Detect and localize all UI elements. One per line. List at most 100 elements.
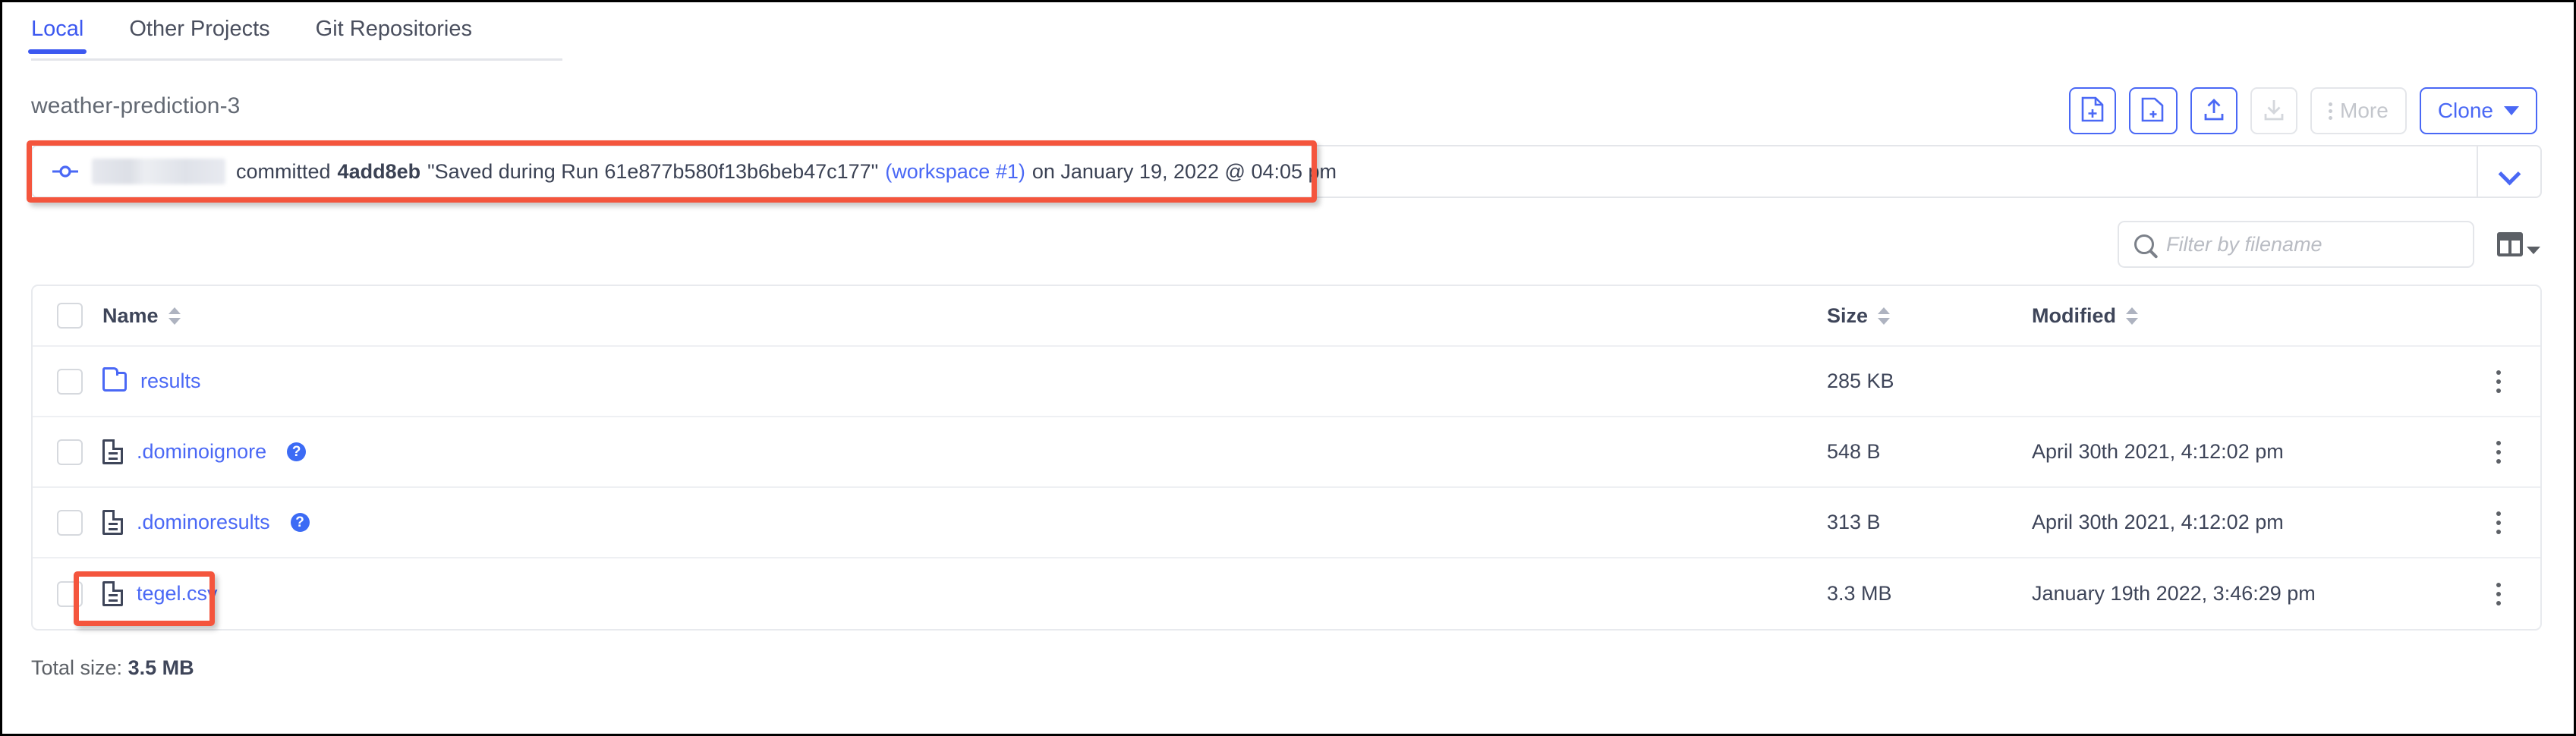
commit-message: "Saved during Run 61e877b580f13b6beb47c1… <box>427 159 879 183</box>
clone-button-label: Clone <box>2437 99 2493 122</box>
row-modified-value: April 30th 2021, 4:12:02 pm <box>2032 511 2284 533</box>
select-all-checkbox[interactable] <box>57 303 83 329</box>
row-modified-cell: April 30th 2021, 4:12:02 pm <box>2032 511 2457 534</box>
commit-summary: committed 4add8eb "Saved during Run 61e8… <box>92 159 1337 184</box>
help-icon[interactable]: ? <box>290 513 310 532</box>
row-name-cell: tegel.csv <box>99 581 1827 606</box>
row-select-cell <box>33 509 99 536</box>
columns-icon <box>2497 232 2523 256</box>
row-actions-menu[interactable] <box>2490 364 2507 399</box>
file-link[interactable]: .dominoignore <box>137 440 266 464</box>
sort-by-name[interactable]: Name <box>102 304 181 328</box>
sort-icon <box>168 307 181 325</box>
header-name-label: Name <box>102 304 159 327</box>
project-title: weather-prediction-3 <box>31 93 241 118</box>
upload-icon <box>2203 97 2225 125</box>
tab-git-repositories[interactable]: Git Repositories <box>316 16 472 54</box>
tab-local-label: Local <box>31 17 84 41</box>
more-button[interactable]: More <box>2310 87 2407 134</box>
more-button-label: More <box>2340 99 2389 122</box>
row-modified-value: January 19th 2022, 3:46:29 pm <box>2032 582 2316 605</box>
row-actions-cell <box>2457 364 2540 399</box>
row-size-value: 3.3 MB <box>1827 582 1892 605</box>
latest-commit-bar: committed 4add8eb "Saved during Run 61e8… <box>31 145 2542 198</box>
select-all-cell <box>33 303 99 329</box>
commit-sha: 4add8eb <box>337 159 421 183</box>
row-size-value: 548 B <box>1827 440 1881 463</box>
row-modified-cell: January 19th 2022, 3:46:29 pm <box>2032 582 2457 605</box>
row-actions-cell <box>2457 577 2540 612</box>
folder-plus-icon <box>2141 96 2165 126</box>
search-field-wrapper[interactable] <box>2118 221 2474 268</box>
file-link[interactable]: tegel.csv <box>137 582 218 605</box>
row-checkbox[interactable] <box>57 580 83 607</box>
row-checkbox[interactable] <box>57 439 83 465</box>
file-link[interactable]: results <box>140 370 201 393</box>
tab-bar-divider <box>31 58 562 61</box>
columns-settings-button[interactable] <box>2497 232 2540 256</box>
row-modified-value: April 30th 2021, 4:12:02 pm <box>2032 440 2284 463</box>
table-row[interactable]: .dominoresults ? 313 B April 30th 2021, … <box>33 488 2540 558</box>
row-checkbox[interactable] <box>57 368 83 395</box>
chevron-down-icon <box>2527 247 2540 254</box>
git-commit-icon <box>52 164 78 179</box>
files-toolbar: More Clone <box>2069 87 2537 134</box>
row-size-value: 313 B <box>1827 511 1881 533</box>
header-cell-size: Size <box>1827 304 2032 328</box>
folder-icon <box>102 366 127 392</box>
commit-expand-button[interactable] <box>2477 146 2540 197</box>
search-input[interactable] <box>2166 232 2458 256</box>
upload-button[interactable] <box>2190 87 2238 134</box>
file-plus-icon <box>2081 96 2104 126</box>
new-folder-button[interactable] <box>2129 87 2178 134</box>
tab-other-projects[interactable]: Other Projects <box>129 16 269 54</box>
commit-workspace-link[interactable]: (workspace #1) <box>885 160 1025 184</box>
row-checkbox[interactable] <box>57 509 83 536</box>
tab-git-repositories-label: Git Repositories <box>315 17 472 41</box>
row-actions-cell <box>2457 505 2540 540</box>
download-button[interactable] <box>2250 87 2298 134</box>
help-icon[interactable]: ? <box>287 442 307 461</box>
table-row[interactable]: results 285 KB <box>33 347 2540 417</box>
files-browser-panel: Local Other Projects Git Repositories we… <box>0 0 2576 736</box>
row-actions-menu[interactable] <box>2490 435 2507 470</box>
header-modified-label: Modified <box>2032 304 2116 327</box>
chevron-down-icon <box>2499 166 2519 177</box>
table-controls <box>2118 221 2540 268</box>
clone-button[interactable]: Clone <box>2419 87 2537 134</box>
row-size-cell: 285 KB <box>1827 370 2032 393</box>
commit-timestamp: on January 19, 2022 @ 04:05 pm <box>1031 159 1337 183</box>
kebab-icon <box>2329 102 2333 120</box>
row-actions-menu[interactable] <box>2490 577 2507 612</box>
sort-icon <box>2125 307 2138 325</box>
tab-bar: Local Other Projects Git Repositories <box>27 16 562 63</box>
header-cell-name: Name <box>99 304 1827 328</box>
sort-by-size[interactable]: Size <box>1827 304 1891 328</box>
row-size-cell: 3.3 MB <box>1827 582 2032 605</box>
new-file-button[interactable] <box>2069 87 2117 134</box>
total-size-value: 3.5 MB <box>128 656 194 679</box>
row-size-value: 285 KB <box>1827 370 1894 392</box>
row-size-cell: 313 B <box>1827 511 2032 534</box>
file-icon <box>102 439 123 464</box>
row-select-cell <box>33 368 99 395</box>
sort-icon <box>1878 307 1891 325</box>
row-select-cell <box>33 580 99 607</box>
row-modified-cell: April 30th 2021, 4:12:02 pm <box>2032 440 2457 464</box>
commit-bar-inner: committed 4add8eb "Saved during Run 61e8… <box>31 145 2542 198</box>
file-link[interactable]: .dominoresults <box>137 511 270 534</box>
sort-by-modified[interactable]: Modified <box>2032 304 2138 328</box>
table-row[interactable]: .dominoignore ? 548 B April 30th 2021, 4… <box>33 417 2540 488</box>
row-actions-menu[interactable] <box>2490 505 2507 540</box>
tab-local[interactable]: Local <box>27 16 87 54</box>
table-header-row: Name Size Modified <box>33 286 2540 347</box>
search-icon <box>2134 234 2154 254</box>
row-name-cell: .dominoignore ? <box>99 439 1827 464</box>
commit-committed-label: committed <box>236 159 331 183</box>
total-size-label: Total size: 3.5 MB <box>31 656 194 680</box>
row-name-cell: results <box>99 366 1827 393</box>
table-row[interactable]: tegel.csv 3.3 MB January 19th 2022, 3:46… <box>33 558 2540 629</box>
files-table: Name Size Modified results 285 KB .domin… <box>31 285 2542 631</box>
commit-author-redacted <box>92 159 225 184</box>
row-actions-cell <box>2457 435 2540 470</box>
